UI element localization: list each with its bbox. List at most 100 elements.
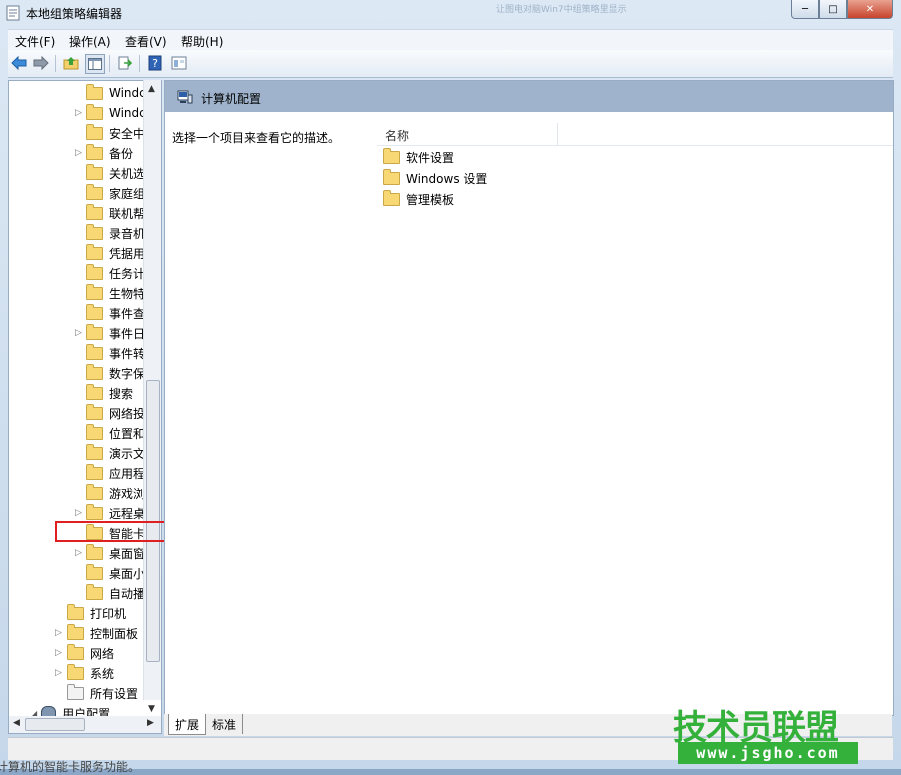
tree-item-label: 游戏浏 (109, 486, 146, 501)
show-tree-icon[interactable] (85, 54, 105, 74)
folder-icon (86, 143, 103, 160)
tree-vertical-scrollbar[interactable]: ▲ ▼ (143, 80, 161, 714)
tree-item[interactable]: ▷ 网络 (55, 643, 115, 663)
scroll-left-icon[interactable]: ◀ (13, 718, 20, 728)
folder-icon (86, 383, 103, 400)
tree-item[interactable]: ▷ 系统 (55, 663, 114, 683)
list-item-software-settings[interactable]: 软件设置 (383, 147, 454, 167)
help-icon[interactable]: ? (146, 54, 164, 72)
menu-view[interactable]: 查看(V) (125, 33, 167, 50)
tree-item-label: 安全中 (109, 126, 146, 141)
tree-item-label: 事件转 (109, 346, 146, 361)
tree-horizontal-scrollbar[interactable]: ◀ ▶ (8, 716, 162, 734)
properties-icon[interactable] (170, 54, 188, 72)
list-item-label: 软件设置 (406, 150, 455, 165)
back-arrow-icon[interactable] (10, 54, 28, 72)
tree-item[interactable]: 任务计 (86, 263, 145, 283)
column-header-label: 名称 (385, 129, 410, 143)
toolbar: ? (8, 50, 893, 78)
folder-icon (67, 663, 84, 680)
tree-item-label: 任务计 (109, 266, 146, 281)
tree-item[interactable]: ▷ Windc (75, 103, 146, 123)
expand-arrow-icon[interactable]: ▷ (75, 109, 83, 118)
tree-item[interactable]: 游戏浏 (86, 483, 145, 503)
folder-icon (86, 463, 103, 480)
minimize-button[interactable]: ─ (791, 0, 819, 19)
tree-item[interactable]: 安全中 (86, 123, 145, 143)
tree-item[interactable]: 事件转 (86, 343, 145, 363)
folder-icon (67, 643, 84, 660)
tree-item[interactable]: 桌面小 (86, 563, 145, 583)
forward-arrow-icon[interactable] (32, 54, 50, 72)
expand-arrow-icon[interactable]: ▷ (55, 649, 63, 658)
tree-item[interactable]: 网络投 (86, 403, 145, 423)
menu-help[interactable]: 帮助(H) (181, 33, 223, 50)
column-divider (377, 145, 893, 146)
folder-icon (86, 303, 103, 320)
tree-item[interactable]: 所有设置 (67, 683, 138, 703)
title-bar: 本地组策略编辑器 让图电对脑Win7中组策略里显示 ─ □ ✕ (0, 0, 901, 26)
tree-item[interactable]: 生物特 (86, 283, 145, 303)
policy-editor-icon (6, 5, 20, 21)
expand-arrow-icon[interactable]: ▷ (75, 149, 83, 158)
tree-item[interactable]: 自动播 (86, 583, 145, 603)
list-item-admin-templates[interactable]: 管理模板 (383, 189, 454, 209)
folder-icon (86, 543, 103, 560)
up-folder-icon[interactable] (62, 54, 80, 72)
expand-arrow-icon[interactable]: ▷ (55, 669, 63, 678)
scroll-right-icon[interactable]: ▶ (147, 718, 154, 728)
tree-item[interactable]: ▷ 远程桌 (75, 503, 145, 523)
menu-bar: 文件(F) 操作(A) 查看(V) 帮助(H) (8, 29, 893, 50)
scroll-down-icon[interactable]: ▼ (148, 704, 155, 714)
expand-arrow-icon[interactable]: ▷ (75, 329, 83, 338)
tab-extended[interactable]: 扩展 (168, 714, 207, 735)
tree-item-label: Windc (109, 86, 146, 100)
tree-item[interactable]: 位置和 (86, 423, 145, 443)
tree-item[interactable]: ▷ 桌面窗 (75, 543, 146, 563)
tree-item[interactable]: 应用程 (86, 463, 145, 483)
maximize-button[interactable]: □ (819, 0, 847, 19)
tree-item[interactable]: ▷ 备份 (75, 143, 133, 163)
tree-item-label: 生物特 (109, 286, 146, 301)
tree-item[interactable]: 家庭组 (86, 183, 145, 203)
folder-icon (86, 583, 103, 600)
site-watermark: 技术员联盟 www.jsgho.com (673, 700, 859, 766)
expand-arrow-icon[interactable]: ▷ (75, 509, 83, 518)
tree-item[interactable]: 数字保 (86, 363, 145, 383)
list-item-label: 管理模板 (406, 192, 455, 207)
folder-icon (86, 403, 103, 420)
column-header-name[interactable]: 名称 (377, 123, 558, 145)
tree-item-label: 桌面窗 (109, 546, 146, 561)
tree-item-label: 位置和 (109, 426, 146, 441)
expand-arrow-icon[interactable]: ▷ (55, 629, 63, 638)
tab-standard[interactable]: 标准 (206, 714, 244, 734)
folder-icon (86, 243, 103, 260)
tree-item[interactable]: 联机帮 (86, 203, 145, 223)
export-list-icon[interactable] (116, 54, 134, 72)
list-item-label: Windows 设置 (406, 171, 488, 186)
tree-item[interactable]: ▷ 控制面板 (55, 623, 138, 643)
tree-item[interactable]: 搜索 (86, 383, 133, 403)
tree-item[interactable]: 打印机 (67, 603, 126, 623)
tree-item[interactable]: 凭据用 (86, 243, 145, 263)
expand-arrow-icon[interactable]: ▷ (75, 549, 83, 558)
tree-item-label: 事件查 (109, 306, 146, 321)
computer-config-icon (177, 90, 193, 104)
menu-action[interactable]: 操作(A) (69, 33, 111, 50)
close-button[interactable]: ✕ (847, 0, 893, 19)
tree-item[interactable]: 事件查 (86, 303, 145, 323)
folder-icon (86, 283, 103, 300)
folder-icon (383, 147, 400, 164)
tree-item[interactable]: 关机选 (86, 163, 145, 183)
tree-item-label: 凭据用 (109, 246, 146, 261)
tree-item[interactable]: 演示文 (86, 443, 145, 463)
tree-hscroll-thumb[interactable] (25, 718, 85, 731)
tree-item[interactable]: ▷ 事件日 (75, 323, 145, 343)
scroll-up-icon[interactable]: ▲ (148, 84, 155, 94)
menu-file[interactable]: 文件(F) (15, 33, 55, 50)
tree-item-label: 网络 (90, 646, 115, 661)
folder-icon (86, 323, 103, 340)
list-item-windows-settings[interactable]: Windows 设置 (383, 168, 487, 188)
tree-item[interactable]: 录音机 (86, 223, 145, 243)
tree-item[interactable]: Windc (86, 83, 146, 103)
